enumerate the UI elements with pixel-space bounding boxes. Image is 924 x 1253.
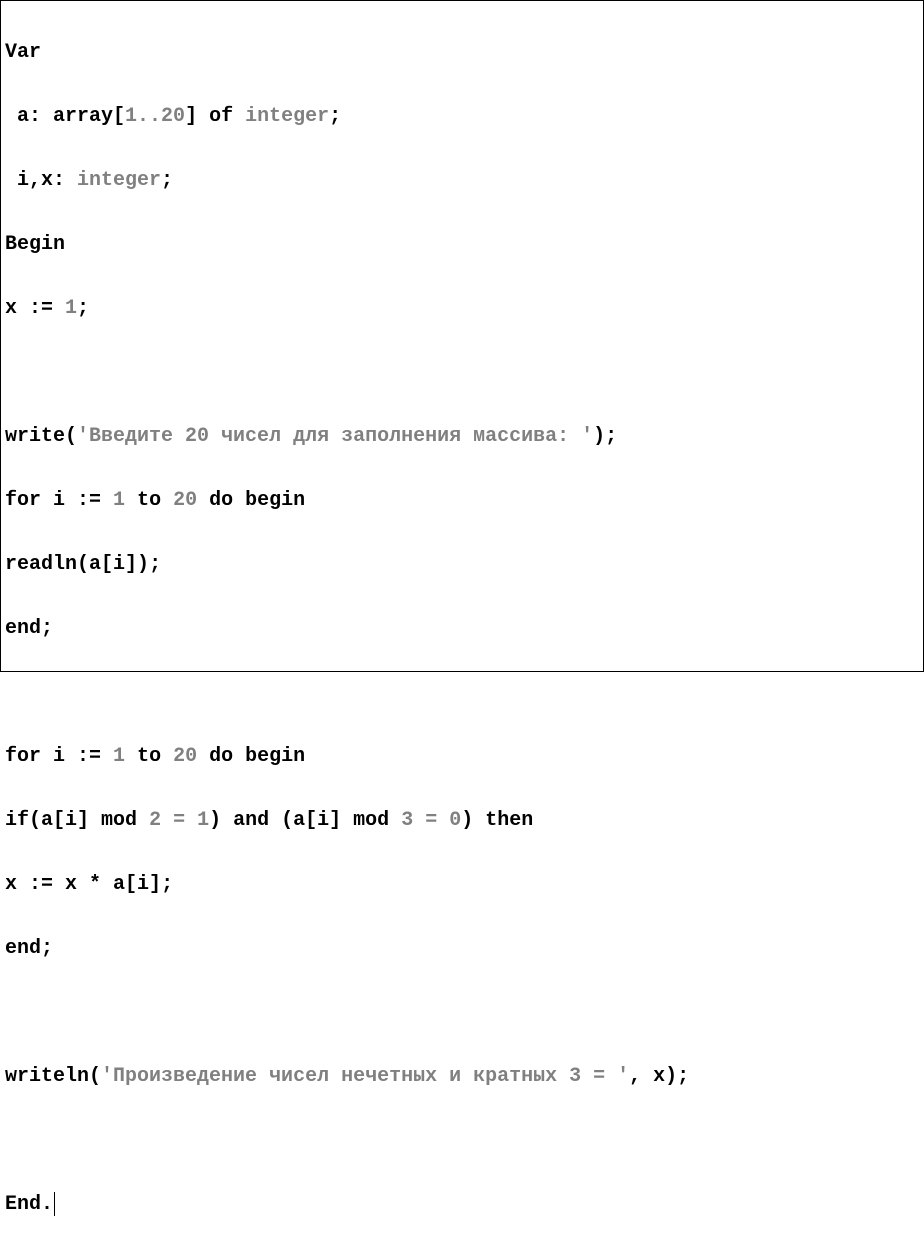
code-line: end; [5,613,919,645]
code-line: write('Введите 20 чисел для заполнения м… [5,421,919,453]
code-line: End. [5,1189,919,1221]
code-line: for i := 1 to 20 do begin [5,741,919,773]
keyword-var: Var [5,41,41,64]
code-block: Var a: array[1..20] of integer; i,x: int… [5,5,919,1253]
code-line: end; [5,933,919,965]
code-line: readln(a[i]); [5,549,919,581]
code-line: x := 1; [5,293,919,325]
text-cursor [54,1192,55,1216]
code-line: if(a[i] mod 2 = 1) and (a[i] mod 3 = 0) … [5,805,919,837]
code-line: x := x * a[i]; [5,869,919,901]
code-line: Begin [5,229,919,261]
code-line [5,1125,919,1157]
code-line: a: array[1..20] of integer; [5,101,919,133]
code-line: i,x: integer; [5,165,919,197]
code-line: writeln('Произведение чисел нечетных и к… [5,1061,919,1093]
code-line [5,357,919,389]
code-line: for i := 1 to 20 do begin [5,485,919,517]
code-line [5,677,919,709]
code-line [5,997,919,1029]
code-line: Var [5,37,919,69]
